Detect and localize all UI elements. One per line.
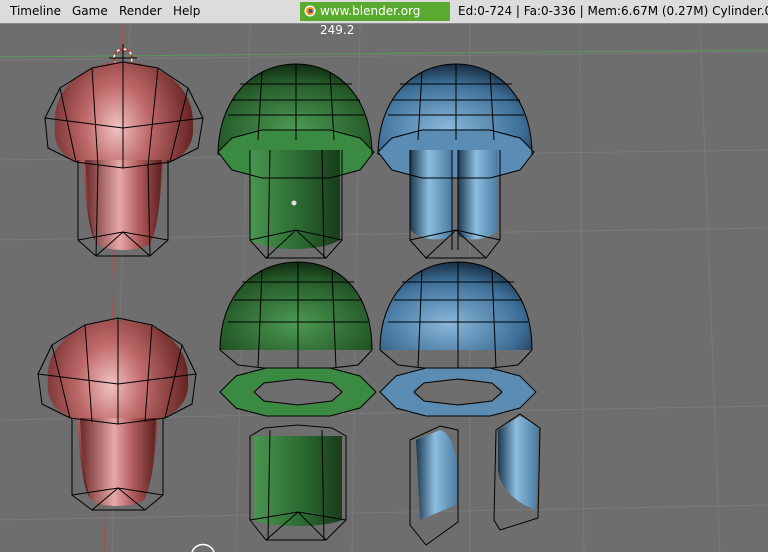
blue-stem-half-right[interactable]: [493, 413, 541, 531]
mesh-center-dot: [291, 200, 297, 206]
blue-dome-exploded[interactable]: [379, 261, 533, 373]
scene-stats: Ed:0-724 | Fa:0-336 | Mem:6.67M (0.27M) …: [458, 4, 768, 18]
blue-ring-exploded[interactable]: [379, 367, 537, 417]
top-menu-bar: Timeline Game Render Help www.blender.or…: [0, 0, 768, 37]
viewport-canvas[interactable]: [0, 24, 768, 552]
menu-help[interactable]: Help: [173, 4, 200, 18]
green-mushroom-mesh-assembled[interactable]: [217, 63, 375, 259]
blender-url-badge[interactable]: www.blender.org 249.2: [300, 2, 450, 37]
menu-game[interactable]: Game: [72, 4, 108, 18]
3d-viewport[interactable]: [0, 24, 768, 552]
menu-render[interactable]: Render: [119, 4, 162, 18]
menu-timeline[interactable]: Timeline: [10, 4, 61, 18]
green-ring-exploded[interactable]: [219, 367, 377, 417]
green-stem-exploded[interactable]: [249, 424, 347, 541]
blender-logo-icon: [304, 5, 316, 17]
blue-mushroom-mesh-assembled[interactable]: [377, 63, 535, 259]
red-mushroom-mesh-bottom[interactable]: [37, 317, 197, 511]
bottom-cursor-arc: [191, 543, 215, 552]
blue-stem-half-left[interactable]: [409, 425, 459, 546]
